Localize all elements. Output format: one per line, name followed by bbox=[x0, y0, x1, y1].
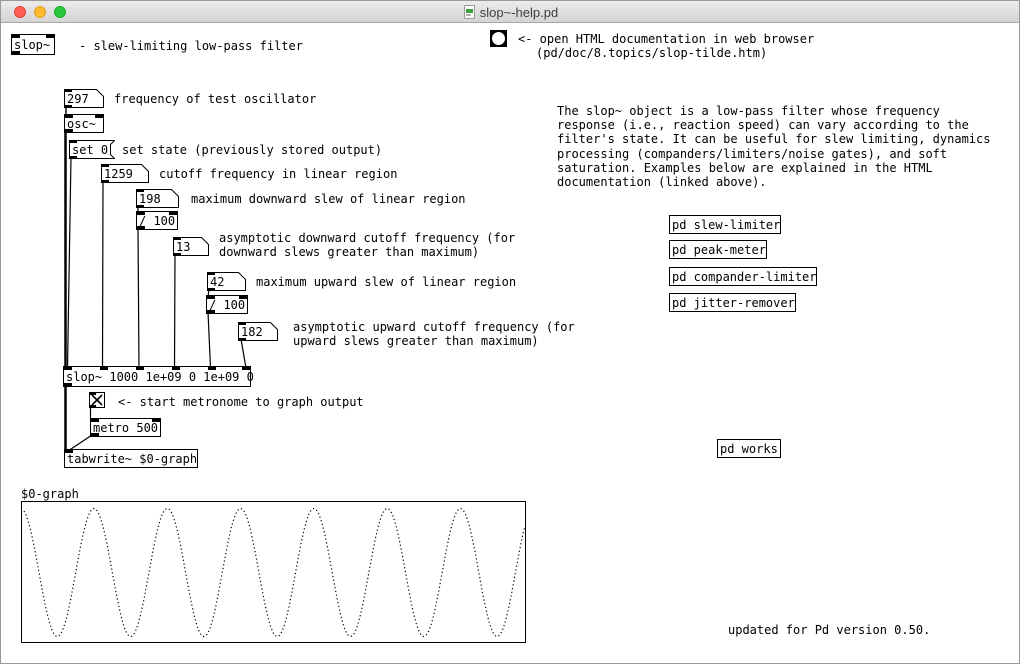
comment-footer: updated for Pd version 0.50. bbox=[728, 623, 930, 637]
outlet-nub bbox=[136, 205, 144, 208]
comment-up-asym: asymptotic upward cutoff frequency (for … bbox=[293, 320, 575, 348]
outlet-nub bbox=[64, 383, 72, 386]
outlet-nub bbox=[12, 51, 20, 54]
object-label: metro 500 bbox=[93, 421, 158, 435]
number-box-up-slew[interactable]: 42 bbox=[207, 272, 246, 291]
comment-set-state: set state (previously stored output) bbox=[122, 143, 382, 157]
inlet-nub bbox=[12, 35, 20, 38]
number-value: 297 bbox=[67, 92, 89, 106]
outlet-nub bbox=[238, 338, 246, 341]
outlet-nub bbox=[137, 226, 145, 229]
pd-patch-window: slop~-help.pd slop~ - slew-limiting low-… bbox=[0, 0, 1020, 664]
inlet-nub bbox=[91, 419, 99, 422]
graph-label: $0-graph bbox=[21, 487, 79, 501]
document-icon bbox=[464, 5, 475, 19]
message-label: set 0 bbox=[72, 143, 108, 157]
comment-toggle: <- start metronome to graph output bbox=[118, 395, 364, 409]
comment-slop-description: - slew-limiting low-pass filter bbox=[79, 39, 303, 53]
inlet-nub bbox=[239, 296, 247, 299]
inlet-nub bbox=[238, 322, 246, 325]
inlet-nub bbox=[95, 115, 103, 118]
outlet-nub bbox=[207, 310, 215, 313]
inlet-nub bbox=[169, 212, 177, 215]
description-text: The slop~ object is a low-pass filter wh… bbox=[557, 104, 990, 189]
outlet-nub bbox=[173, 253, 181, 256]
comment-osc-freq: frequency of test oscillator bbox=[114, 92, 316, 106]
number-value: 13 bbox=[176, 240, 190, 254]
inlet-nub bbox=[136, 189, 144, 192]
sine-wave bbox=[22, 502, 525, 642]
number-box-cutoff-freq[interactable]: 1259 bbox=[101, 164, 149, 183]
subpatch-slew-limiter[interactable]: pd slew-limiter bbox=[669, 215, 781, 234]
object-box-slop-demo[interactable]: slop~ bbox=[11, 34, 55, 55]
comment-open-doc: <- open HTML documentation in web browse… bbox=[518, 32, 814, 46]
inlet-nub bbox=[136, 367, 144, 370]
message-box-set-state[interactable]: set 0 bbox=[69, 140, 115, 159]
number-box-osc-freq[interactable]: 297 bbox=[64, 89, 104, 108]
comment-doc-path: (pd/doc/8.topics/slop-tilde.htm) bbox=[536, 46, 767, 60]
inlet-nub bbox=[64, 367, 72, 370]
inlet-nub bbox=[64, 89, 72, 92]
inlet-nub bbox=[101, 164, 109, 167]
inlet-nub bbox=[69, 140, 77, 143]
subpatch-jitter-remover[interactable]: pd jitter-remover bbox=[669, 293, 796, 312]
number-value: 198 bbox=[139, 192, 161, 206]
inlet-nub bbox=[100, 367, 108, 370]
object-box-tabwrite[interactable]: tabwrite~ $0-graph bbox=[64, 449, 198, 468]
graph-canvas bbox=[21, 501, 526, 643]
inlet-nub bbox=[137, 212, 145, 215]
outlet-nub bbox=[207, 288, 215, 291]
inlet-nub bbox=[242, 367, 250, 370]
object-label: pd works bbox=[720, 442, 778, 456]
object-label: pd compander-limiter bbox=[672, 270, 817, 284]
number-value: 42 bbox=[210, 275, 224, 289]
object-label: tabwrite~ $0-graph bbox=[67, 452, 197, 466]
outlet-nub bbox=[65, 129, 73, 132]
comment-down-slew: maximum downward slew of linear region bbox=[191, 192, 466, 206]
number-value: 182 bbox=[241, 325, 263, 339]
inlet-nub bbox=[172, 367, 180, 370]
window-title: slop~-help.pd bbox=[480, 5, 558, 20]
subpatch-peak-meter[interactable]: pd peak-meter bbox=[669, 240, 767, 259]
inlet-nub bbox=[207, 272, 215, 275]
inlet-nub bbox=[207, 296, 215, 299]
object-box-slop-main[interactable]: slop~ 1000 1e+09 0 1e+09 0 bbox=[63, 366, 251, 387]
object-box-div-100-b[interactable]: / 100 bbox=[206, 295, 248, 314]
comment-cutoff-freq: cutoff frequency in linear region bbox=[159, 167, 397, 181]
window-titlebar[interactable]: slop~-help.pd bbox=[1, 1, 1020, 23]
comment-up-slew: maximum upward slew of linear region bbox=[256, 275, 516, 289]
object-label: pd slew-limiter bbox=[672, 218, 780, 232]
inlet-nub bbox=[90, 393, 96, 395]
number-value: 1259 bbox=[104, 167, 133, 181]
object-box-div-100-a[interactable]: / 100 bbox=[136, 211, 178, 230]
inlet-nub bbox=[46, 35, 54, 38]
outlet-nub bbox=[101, 180, 109, 183]
outlet-nub bbox=[90, 405, 96, 407]
inlet-nub bbox=[208, 367, 216, 370]
outlet-nub bbox=[64, 105, 72, 108]
comment-down-asym: asymptotic downward cutoff frequency (fo… bbox=[219, 231, 515, 259]
inlet-nub bbox=[65, 115, 73, 118]
outlet-nub bbox=[91, 433, 99, 436]
open-html-doc-button[interactable] bbox=[490, 30, 507, 47]
subpatch-works[interactable]: pd works bbox=[717, 439, 781, 458]
object-label: pd peak-meter bbox=[672, 243, 766, 257]
inlet-nub bbox=[173, 237, 181, 240]
subpatch-compander-limiter[interactable]: pd compander-limiter bbox=[669, 267, 817, 286]
object-label: slop~ bbox=[14, 38, 50, 52]
object-label: slop~ 1000 1e+09 0 1e+09 0 bbox=[66, 370, 254, 384]
object-label: pd jitter-remover bbox=[672, 296, 795, 310]
number-box-down-slew[interactable]: 198 bbox=[136, 189, 179, 208]
outlet-nub bbox=[69, 156, 77, 159]
object-box-osc[interactable]: osc~ bbox=[64, 114, 104, 133]
object-box-metro[interactable]: metro 500 bbox=[90, 418, 161, 437]
number-box-up-asym[interactable]: 182 bbox=[238, 322, 278, 341]
toggle-metronome[interactable] bbox=[89, 392, 105, 408]
inlet-nub bbox=[65, 450, 73, 453]
number-box-down-asym[interactable]: 13 bbox=[173, 237, 209, 256]
open-doc-icon bbox=[491, 31, 506, 46]
inlet-nub bbox=[152, 419, 160, 422]
graph-wave-path bbox=[24, 509, 524, 637]
